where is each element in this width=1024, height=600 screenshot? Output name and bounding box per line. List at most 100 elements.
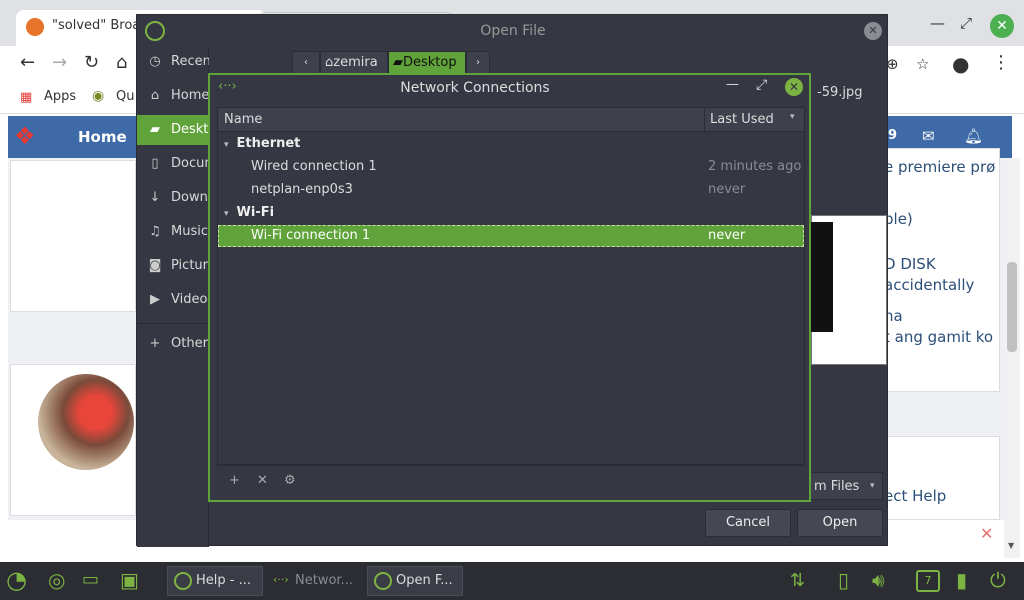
app-logo-icon <box>145 21 165 41</box>
bookmark-favicon-icon: ◉ <box>92 88 105 104</box>
thread-link[interactable]: t ang gamit ko <box>884 328 993 346</box>
bell-icon[interactable]: 🔔︎ <box>964 127 983 145</box>
volume-icon[interactable]: 🔊︎ <box>872 568 885 592</box>
thread-link[interactable]: accidentally <box>884 276 974 294</box>
places-sidebar: ◷Recent ⌂Home ▰Desktop ▯Documents ↓Downl… <box>137 47 209 547</box>
browser-icon <box>374 572 392 590</box>
browser-launcher-icon[interactable]: ◎ <box>48 568 65 592</box>
image-preview-detail <box>811 222 833 332</box>
scrollbar-thumb[interactable] <box>1007 262 1017 352</box>
task-help[interactable]: Help - ... <box>167 566 263 596</box>
mail-icon[interactable]: ✉ <box>922 127 935 145</box>
expander-icon[interactable]: ▾ <box>224 140 229 150</box>
battery-icon[interactable]: ▮ <box>956 568 967 592</box>
file-filter-select[interactable]: m Files ▾ <box>807 472 883 500</box>
transfer-icon[interactable]: ⇅ <box>790 570 805 591</box>
minimize-icon[interactable]: — <box>930 14 945 32</box>
path-crumb-desktop[interactable]: ▰Desktop <box>388 51 466 75</box>
chevron-down-icon: ▾ <box>870 481 875 491</box>
browser-tab-title: "solved" Broa <box>52 18 141 33</box>
scrollbar[interactable] <box>1004 158 1020 558</box>
add-icon[interactable]: + <box>229 473 240 488</box>
browser-icon <box>174 572 192 590</box>
connection-list: Name Last Used ▾ ▾ Ethernet Wired connect… <box>217 107 805 465</box>
dialog-titlebar[interactable]: ‹··› Network Connections — ⤢ ✕ <box>210 75 809 101</box>
thread-link[interactable]: D DISK <box>884 255 936 273</box>
home-icon: ⌂ <box>150 88 160 103</box>
list-item[interactable]: Wired connection 1 2 minutes ago <box>218 156 804 178</box>
help-link[interactable]: ect Help <box>884 487 946 505</box>
bookmark-apps[interactable]: Apps <box>44 89 76 104</box>
sidebar-item-downloads[interactable]: ↓Downloads <box>137 183 209 213</box>
expander-icon[interactable]: ▾ <box>224 209 229 219</box>
dialog-title: Open File <box>480 23 546 39</box>
sidebar-item-music[interactable]: ♫ Music <box>137 217 209 247</box>
column-header-name[interactable]: Name <box>224 112 262 127</box>
sidebar-item-videos[interactable]: ▶Videos <box>137 285 209 315</box>
back-icon[interactable]: ← <box>20 52 35 73</box>
column-header-last-used[interactable]: Last Used <box>710 112 774 127</box>
account-icon[interactable]: ● <box>952 52 969 76</box>
plus-icon: + <box>149 336 161 351</box>
group-ethernet[interactable]: ▾ Ethernet <box>224 136 300 151</box>
thread-link[interactable]: ple) <box>884 210 913 228</box>
forward-icon[interactable]: → <box>52 52 67 73</box>
close-icon[interactable]: ✕ <box>990 14 1014 38</box>
clipboard-icon[interactable]: ▯ <box>838 568 849 592</box>
task-open-file[interactable]: Open F... <box>367 566 463 596</box>
sidebar-divider <box>137 323 209 324</box>
power-icon[interactable]: ⏻ <box>990 568 1006 592</box>
bookmark-qu[interactable]: Qu <box>116 89 134 104</box>
file-name[interactable]: -59.jpg <box>817 85 862 100</box>
star-icon[interactable]: ☆ <box>916 55 929 73</box>
avatar[interactable] <box>38 374 134 470</box>
close-icon[interactable]: ✕ <box>785 78 803 96</box>
cancel-button[interactable]: Cancel <box>705 509 791 537</box>
path-bar: ‹ ⌂zemira ▰Desktop › <box>292 51 492 75</box>
open-button[interactable]: Open <box>797 509 883 537</box>
reload-icon[interactable]: ↻ <box>84 52 99 73</box>
home-icon[interactable]: ⌂ <box>116 52 127 73</box>
store-icon[interactable]: ▣ <box>120 568 139 592</box>
connection-last-used: 2 minutes ago <box>708 159 802 174</box>
minimize-icon[interactable]: — <box>726 77 739 92</box>
list-item[interactable]: netplan-enp0s3 never <box>218 179 804 201</box>
gear-icon[interactable]: ⚙ <box>284 473 296 488</box>
thread-link[interactable]: e premiere prø <box>884 158 995 176</box>
sidebar-item-pictures[interactable]: ◙Pictures <box>137 251 209 281</box>
sidebar-item-documents[interactable]: ▯Documents <box>137 149 209 179</box>
apps-icon: ▦ <box>20 90 33 105</box>
sidebar-item-other-locations[interactable]: +Other Locations <box>137 329 209 359</box>
connection-name: Wired connection 1 <box>251 159 377 174</box>
terminal-icon[interactable]: ▭ <box>82 569 99 590</box>
document-icon: ▯ <box>151 156 159 171</box>
connection-last-used: never <box>708 228 746 243</box>
site-logo-icon[interactable]: ❖ <box>14 122 36 150</box>
calendar-badge[interactable]: 7 <box>916 570 940 592</box>
header-partial-text: 9 <box>888 128 898 143</box>
scroll-down-icon[interactable]: ▼ <box>1008 541 1014 550</box>
sidebar-item-desktop[interactable]: ▰Desktop <box>137 115 209 145</box>
remove-icon[interactable]: ✕ <box>257 473 268 488</box>
clock-icon: ◷ <box>149 54 161 69</box>
maximize-icon[interactable]: ⤢ <box>960 14 972 32</box>
sort-caret-icon[interactable]: ▾ <box>790 112 795 122</box>
column-divider[interactable] <box>704 108 705 132</box>
path-forward-button[interactable]: › <box>466 51 490 75</box>
list-item-selected[interactable]: Wi-Fi connection 1 never <box>218 225 804 247</box>
sidebar-item-recent[interactable]: ◷Recent <box>137 47 209 77</box>
close-icon[interactable]: ✕ <box>980 524 993 543</box>
site-home-link[interactable]: Home <box>78 128 127 146</box>
close-icon[interactable]: ✕ <box>864 22 882 40</box>
sidebar-item-home[interactable]: ⌂ Home <box>137 81 209 111</box>
task-network[interactable]: ‹··› Networ... <box>266 566 364 596</box>
path-crumb-home[interactable]: ⌂zemira <box>320 51 388 75</box>
favicon-icon <box>26 18 44 36</box>
path-back-button[interactable]: ‹ <box>292 51 320 75</box>
camera-icon: ◙ <box>148 258 162 273</box>
download-icon: ↓ <box>149 190 161 205</box>
menu-icon[interactable]: ⋮ <box>992 52 1010 73</box>
group-wifi[interactable]: ▾ Wi-Fi <box>224 205 274 220</box>
maximize-icon[interactable]: ⤢ <box>756 77 767 93</box>
start-menu-icon[interactable]: ◔ <box>6 566 27 594</box>
